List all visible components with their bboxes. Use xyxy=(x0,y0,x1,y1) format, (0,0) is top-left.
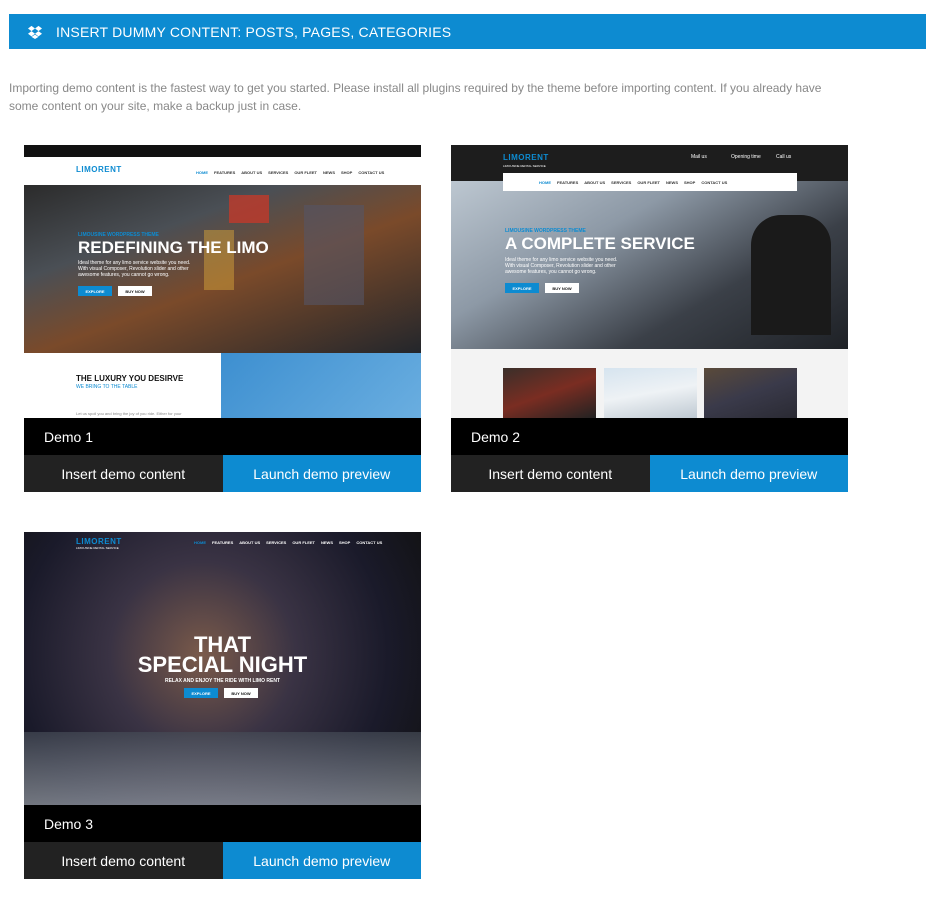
launch-demo-preview-button[interactable]: Launch demo preview xyxy=(222,455,421,492)
thumb-logo: LIMORENT xyxy=(76,165,122,174)
demo-label: Demo 3 xyxy=(24,805,421,842)
insert-demo-content-button[interactable]: Insert demo content xyxy=(24,842,223,879)
demo-label: Demo 2 xyxy=(451,418,848,455)
demo-label: Demo 1 xyxy=(24,418,421,455)
insert-demo-content-button[interactable]: Insert demo content xyxy=(451,455,650,492)
demo-card-1: LIMORENT HOME FEATURES ABOUT US SERVICES OUR… xyxy=(24,145,421,492)
intro-text: Importing demo content is the fastest wa… xyxy=(9,81,822,113)
launch-demo-preview-button[interactable]: Launch demo preview xyxy=(649,455,848,492)
section-header: INSERT DUMMY CONTENT: POSTS, PAGES, CATE… xyxy=(9,14,926,49)
insert-demo-content-button[interactable]: Insert demo content xyxy=(24,455,223,492)
launch-demo-preview-button[interactable]: Launch demo preview xyxy=(222,842,421,879)
demo-2-thumbnail: LIMORENT LIMOUSINE RENTAL SERVICE Mail u… xyxy=(451,145,848,418)
demo-card-2: LIMORENT LIMOUSINE RENTAL SERVICE Mail u… xyxy=(451,145,848,492)
demo-card-3: LIMORENT LIMOUSINE RENTAL SERVICE HOME FE… xyxy=(24,532,421,879)
thumb-nav: HOME FEATURES ABOUT US SERVICES OUR FLEET NEW… xyxy=(196,170,385,175)
section-title: INSERT DUMMY CONTENT: POSTS, PAGES, CATE… xyxy=(56,23,452,40)
dropbox-icon xyxy=(28,25,42,39)
demo-3-thumbnail: LIMORENT LIMOUSINE RENTAL SERVICE HOME FE… xyxy=(24,532,421,805)
demo-1-thumbnail: LIMORENT HOME FEATURES ABOUT US SERVICES OUR… xyxy=(24,145,421,418)
thumb-headline: REDEFINING THE LIMO xyxy=(78,238,269,257)
